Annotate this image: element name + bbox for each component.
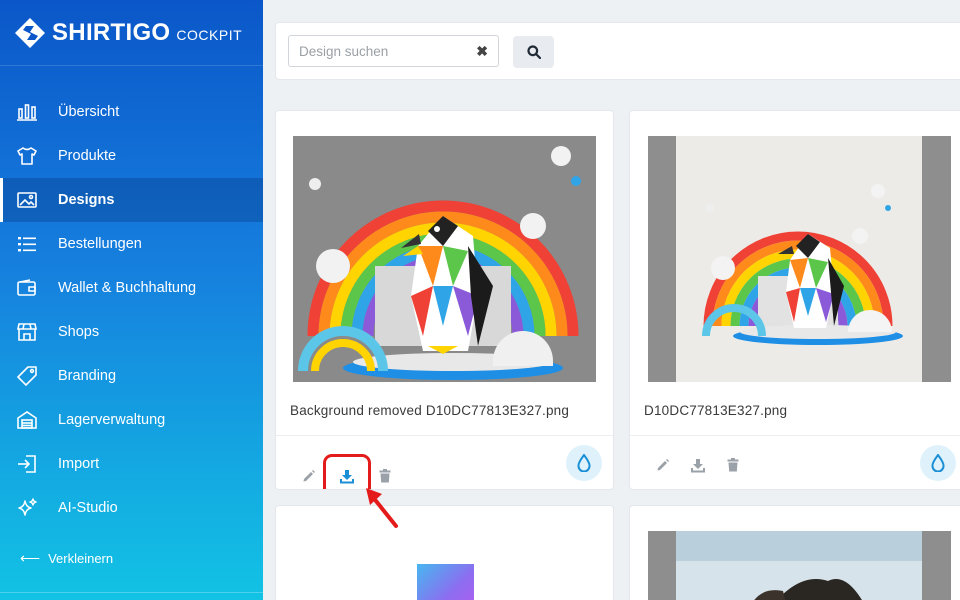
design-card[interactable]: Background removed D10DC77813E327.png (275, 110, 614, 490)
sidebar: SHIRTIGO COCKPIT Übersicht Produkte Desi… (0, 0, 263, 600)
image-icon (16, 189, 38, 211)
sparkles-icon (16, 497, 38, 519)
sidebar-item-label: AI-Studio (58, 500, 118, 516)
brand-sub: COCKPIT (176, 27, 243, 43)
sidebar-item-label: Shops (58, 324, 100, 340)
pencil-icon (303, 470, 315, 482)
photo-image (676, 531, 922, 600)
card-actions (652, 454, 757, 476)
drop-icon (931, 454, 945, 472)
sidebar-item-shops[interactable]: Shops (0, 310, 263, 354)
collapse-label: Verkleinern (48, 551, 114, 566)
design-thumbnail[interactable] (293, 136, 596, 382)
sidebar-item-label: Bestellungen (58, 236, 142, 252)
annotation-arrow-icon (366, 488, 398, 528)
sidebar-item-uebersicht[interactable]: Übersicht (0, 90, 263, 134)
search-icon (526, 45, 541, 59)
clear-search-icon[interactable]: ✖ (476, 43, 488, 60)
sidebar-item-label: Wallet & Buchhaltung (58, 280, 197, 296)
card-actions (298, 454, 409, 489)
design-thumbnail[interactable] (648, 531, 951, 600)
sidebar-item-label: Produkte (58, 148, 117, 164)
shirt-icon (16, 145, 38, 167)
import-icon (16, 453, 38, 475)
download-button[interactable] (323, 454, 371, 489)
download-icon (340, 469, 354, 483)
card-divider (276, 435, 613, 436)
color-button[interactable] (566, 445, 602, 481)
color-button[interactable] (920, 445, 956, 481)
search-input[interactable] (289, 36, 459, 66)
warehouse-icon (16, 409, 38, 431)
sidebar-item-ai-studio[interactable]: AI-Studio (0, 486, 263, 530)
brand-name: SHIRTIGO (52, 18, 171, 46)
rainbow-penguin-image (648, 136, 951, 382)
edit-button[interactable] (652, 454, 674, 476)
card-divider (630, 435, 960, 436)
sidebar-item-label: Designs (58, 192, 115, 208)
brand[interactable]: SHIRTIGO COCKPIT (0, 0, 263, 66)
collapse-sidebar-button[interactable]: ⟵ Verkleinern (20, 550, 113, 567)
design-thumbnail[interactable] (648, 136, 951, 382)
design-card[interactable] (275, 505, 614, 600)
trash-icon (727, 458, 739, 472)
sidebar-item-branding[interactable]: Branding (0, 354, 263, 398)
edit-button[interactable] (298, 465, 320, 487)
download-button[interactable] (687, 454, 709, 476)
list-icon (16, 233, 38, 255)
search-button[interactable] (513, 36, 554, 68)
drop-icon (577, 454, 591, 472)
delete-button[interactable] (374, 465, 396, 487)
arrow-left-icon: ⟵ (20, 550, 41, 566)
design-thumbnail[interactable] (293, 531, 596, 600)
rainbow-penguin-image (293, 136, 596, 382)
design-card[interactable]: D10DC77813E327.png (629, 110, 960, 490)
design-card[interactable] (629, 505, 960, 600)
search-toolbar: ✖ (275, 22, 960, 80)
sidebar-item-import[interactable]: Import (0, 442, 263, 486)
sidebar-divider (0, 592, 263, 593)
sidebar-item-label: Lagerverwaltung (58, 412, 166, 428)
sidebar-item-label: Übersicht (58, 104, 120, 120)
delete-button[interactable] (722, 454, 744, 476)
store-icon (16, 321, 38, 343)
sidebar-item-designs[interactable]: Designs (0, 178, 263, 222)
gradient-square-image (417, 564, 474, 600)
trash-icon (379, 469, 391, 483)
sidebar-item-lagerverwaltung[interactable]: Lagerverwaltung (0, 398, 263, 442)
design-filename: D10DC77813E327.png (644, 403, 788, 418)
sidebar-item-label: Branding (58, 368, 117, 384)
sidebar-item-produkte[interactable]: Produkte (0, 134, 263, 178)
tag-icon (16, 365, 38, 387)
sidebar-item-bestellungen[interactable]: Bestellungen (0, 222, 263, 266)
pencil-icon (657, 459, 669, 471)
chart-icon (16, 101, 38, 123)
sidebar-item-label: Import (58, 456, 100, 472)
sidebar-item-wallet[interactable]: Wallet & Buchhaltung (0, 266, 263, 310)
download-icon (691, 458, 705, 472)
search-field: ✖ (288, 35, 499, 67)
design-filename: Background removed D10DC77813E327.png (290, 403, 570, 418)
shirtigo-logo-icon (15, 17, 45, 48)
wallet-icon (16, 277, 38, 299)
sidebar-nav: Übersicht Produkte Designs Bestellungen … (0, 90, 263, 530)
